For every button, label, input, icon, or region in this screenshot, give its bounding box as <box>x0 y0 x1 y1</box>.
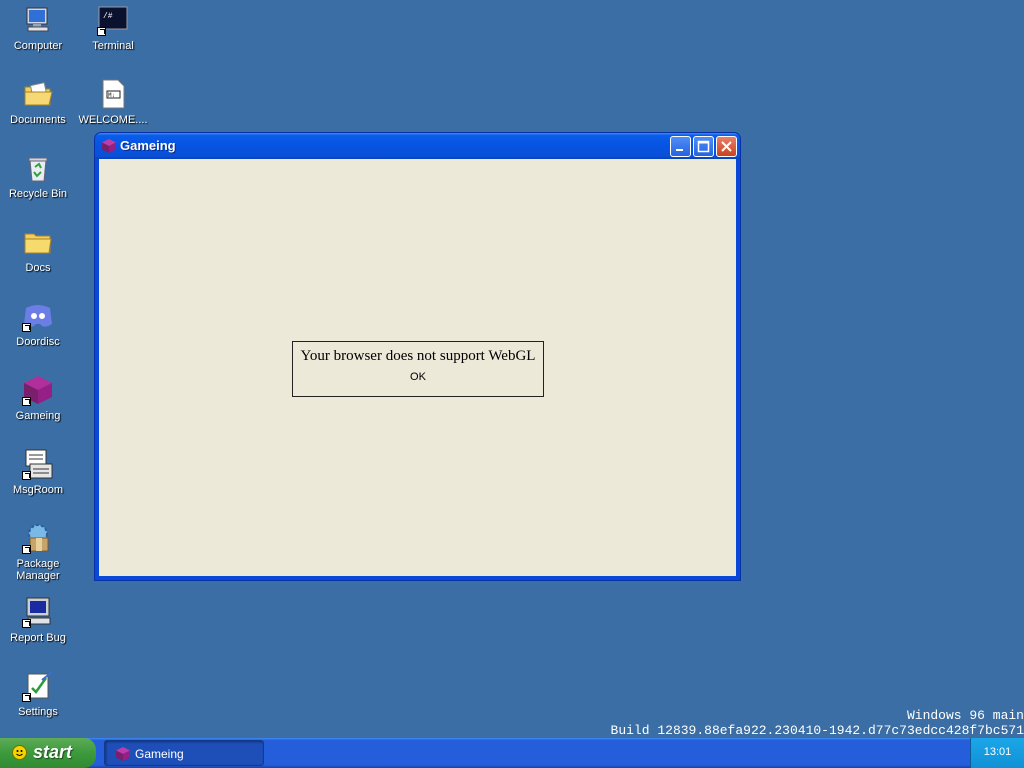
shortcut-arrow-icon <box>22 693 31 702</box>
markdown-file-icon: M↓ <box>97 78 129 110</box>
ok-button[interactable]: OK <box>410 371 426 383</box>
start-label: start <box>33 742 73 762</box>
desktop-icon-package-manager[interactable]: Package Manager <box>2 522 74 582</box>
start-button[interactable]: start <box>0 738 96 768</box>
desktop-icon-label: Gameing <box>15 410 61 422</box>
desktop-icon-label: Computer <box>13 40 63 52</box>
folder-icon <box>22 226 54 258</box>
desktop-icon-label: MsgRoom <box>12 484 64 496</box>
maximize-icon <box>697 140 710 153</box>
shortcut-arrow-icon <box>97 27 106 36</box>
gameing-cube-icon <box>101 138 117 154</box>
desktop-icon-terminal[interactable]: /# Terminal <box>77 4 149 52</box>
system-tray: 13:01 <box>970 738 1024 768</box>
msgroom-icon <box>22 448 54 480</box>
window-titlebar[interactable]: Gameing <box>95 133 740 159</box>
settings-icon <box>22 670 54 702</box>
recycle-bin-icon <box>22 152 54 184</box>
build-watermark: Windows 96 main Build 12839.88efa922.2304… <box>611 708 1024 738</box>
window-title: Gameing <box>120 138 176 153</box>
shortcut-arrow-icon <box>22 323 31 332</box>
desktop-icon-docs[interactable]: Docs <box>2 226 74 274</box>
minimize-button[interactable] <box>670 136 691 157</box>
svg-text:/#: /# <box>103 12 113 21</box>
desktop-icon-msgroom[interactable]: MsgRoom <box>2 448 74 496</box>
desktop-icon-label: WELCOME.... <box>78 114 148 126</box>
desktop-icon-computer[interactable]: Computer <box>2 4 74 52</box>
desktop-icon-label: Terminal <box>92 40 134 52</box>
desktop-icon-label: Report Bug <box>10 632 66 644</box>
desktop-icon-label: Recycle Bin <box>8 188 68 200</box>
smiley-icon <box>12 745 27 760</box>
desktop-icon-label: Settings <box>18 706 58 718</box>
desktop-icon-doordisc[interactable]: Doordisc <box>2 300 74 348</box>
shortcut-arrow-icon <box>22 471 31 480</box>
package-manager-icon <box>22 522 54 554</box>
close-button[interactable] <box>716 136 737 157</box>
shortcut-arrow-icon <box>22 545 31 554</box>
desktop-icon-documents[interactable]: Documents <box>2 78 74 126</box>
desktop-icon-report-bug[interactable]: Report Bug <box>2 596 74 644</box>
desktop-icon-label: Docs <box>25 262 51 274</box>
svg-text:M↓: M↓ <box>108 92 115 99</box>
doordisc-icon <box>22 300 54 332</box>
computer-icon <box>22 4 54 36</box>
gameing-window: Gameing Your browser does not support We… <box>94 132 741 581</box>
desktop-icon-label: Doordisc <box>16 336 60 348</box>
maximize-button[interactable] <box>693 136 714 157</box>
minimize-icon <box>676 149 683 151</box>
desktop-icon-label: Documents <box>10 114 66 126</box>
terminal-icon: /# <box>97 4 129 36</box>
report-bug-icon <box>22 596 54 628</box>
desktop-icon-gameing[interactable]: Gameing <box>2 374 74 422</box>
taskbar-item-label: Gameing <box>135 747 184 761</box>
shortcut-arrow-icon <box>22 619 31 628</box>
desktop-icon-welcome[interactable]: M↓ WELCOME.... <box>77 78 149 126</box>
close-icon <box>721 141 732 152</box>
taskbar: start Gameing 13:01 <box>0 738 1024 768</box>
documents-folder-icon <box>22 78 54 110</box>
alert-message: Your browser does not support WebGL <box>300 348 536 364</box>
desktop-icon-label: Package Manager <box>16 558 60 582</box>
os-name-label: Windows 96 main <box>906 708 1024 723</box>
desktop-icon-recycle-bin[interactable]: Recycle Bin <box>2 152 74 200</box>
shortcut-arrow-icon <box>22 397 31 406</box>
taskbar-item-gameing[interactable]: Gameing <box>104 740 264 766</box>
desktop-icon-settings[interactable]: Settings <box>2 670 74 718</box>
build-number-label: Build 12839.88efa922.230410-1942.d77c73e… <box>610 723 1024 738</box>
window-client-area: Your browser does not support WebGL OK <box>99 159 736 576</box>
clock[interactable]: 13:01 <box>971 746 1024 758</box>
gameing-cube-icon <box>22 374 54 406</box>
webgl-alert: Your browser does not support WebGL OK <box>292 341 544 397</box>
gameing-cube-icon <box>115 746 131 762</box>
